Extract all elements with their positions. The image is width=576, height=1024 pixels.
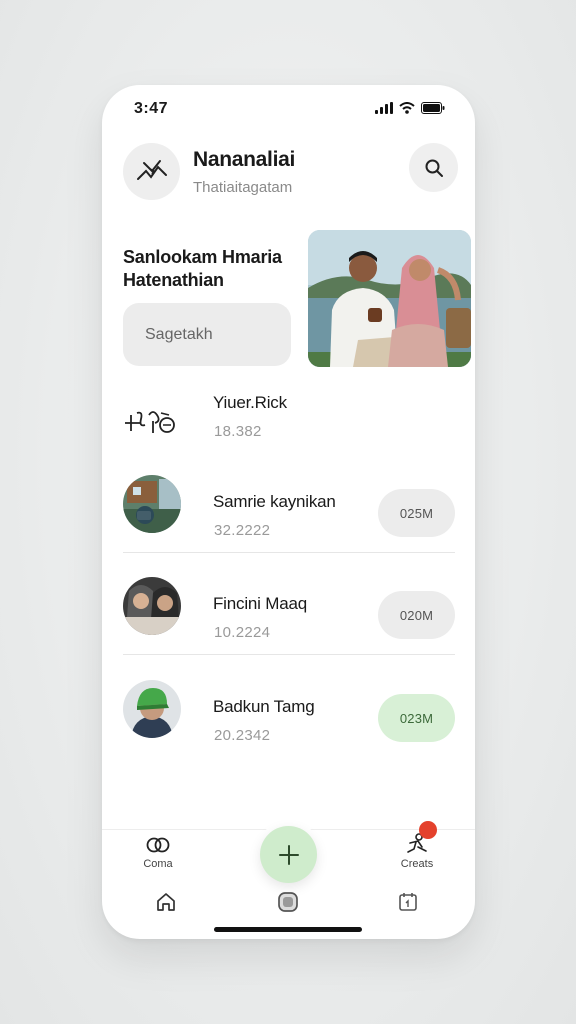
tab-home[interactable] [155, 891, 177, 918]
list-item-number: 10.2224 [214, 624, 271, 641]
hero-heading-line1: Sanlookam Hmaria [123, 247, 282, 267]
list-item[interactable]: Yiuer.Rick 18.382 [123, 387, 453, 457]
amount-pill[interactable]: 020M [378, 591, 455, 639]
list-item-name: Badkun Tamg [213, 697, 315, 716]
home-icon [157, 893, 175, 911]
list-item-number: 32.2222 [214, 522, 271, 539]
list-item-name: Yiuer.Rick [213, 393, 287, 412]
signal-icon [375, 102, 393, 114]
avatar [123, 475, 181, 533]
rings-icon [146, 837, 170, 853]
nav-item-coma[interactable]: Coma [138, 835, 178, 870]
hero-heading: Sanlookam Hmaria Hatenathian [123, 246, 303, 292]
hero-photo[interactable] [308, 230, 471, 367]
list-item-name: Fincini Maaq [213, 594, 307, 613]
battery-icon [421, 102, 445, 114]
list-item-number: 18.382 [214, 423, 262, 440]
hero-heading-line2: Hatenathian [123, 270, 224, 290]
page-title: Nananaliai [193, 148, 296, 171]
profile-avatar[interactable] [123, 143, 180, 200]
search-button[interactable] [409, 143, 458, 192]
nav-item-label: Creats [400, 858, 434, 870]
list-item[interactable]: Badkun Tamg 20.2342 023M [123, 663, 455, 763]
list-item[interactable]: Fincini Maaq 10.2224 020M [123, 560, 455, 660]
page-subtitle: Thatiaitagatam [193, 179, 293, 196]
search-icon [425, 159, 443, 177]
add-button[interactable] [260, 826, 317, 883]
avatar [123, 577, 181, 635]
hero-input-value: Sagetakh [145, 325, 213, 343]
amount-pill[interactable]: 023M [378, 694, 455, 742]
calendar-icon [399, 893, 417, 911]
amount-pill-label: 025M [399, 505, 434, 521]
list-item[interactable]: Samrie kaynikan 32.2222 025M [123, 458, 455, 558]
tab-center[interactable] [277, 891, 299, 918]
list-item-name: Samrie kaynikan [213, 492, 336, 511]
home-indicator [214, 927, 362, 932]
avatar-image-friends [123, 577, 181, 635]
hero-input[interactable]: Sagetakh [123, 303, 291, 366]
divider [123, 654, 455, 655]
nav-item-creats[interactable]: Creats [395, 833, 439, 870]
avatar-image-house [123, 475, 181, 533]
notification-badge [419, 821, 437, 839]
phone-frame: 3:47 Nananaliai Thatiaitagatam Sanlookam… [102, 85, 475, 939]
wifi-icon [399, 102, 415, 114]
status-time: 3:47 [134, 100, 169, 117]
tab-calendar[interactable] [397, 891, 419, 918]
square-icon [278, 892, 298, 912]
divider [123, 552, 455, 553]
nav-item-label: Coma [143, 858, 173, 870]
list-item-number: 20.2342 [214, 727, 271, 744]
couple-photo [308, 230, 471, 367]
avatar-image-cap [123, 680, 181, 738]
amount-pill-label: 023M [399, 710, 434, 726]
avatar [123, 680, 181, 738]
scribble-icon [125, 411, 175, 433]
amount-pill-label: 020M [399, 607, 434, 623]
status-bar: 3:47 [102, 85, 475, 133]
bird-logo-icon [136, 159, 167, 180]
status-icons [375, 102, 445, 114]
plus-icon [278, 844, 299, 865]
amount-pill[interactable]: 025M [378, 489, 455, 537]
